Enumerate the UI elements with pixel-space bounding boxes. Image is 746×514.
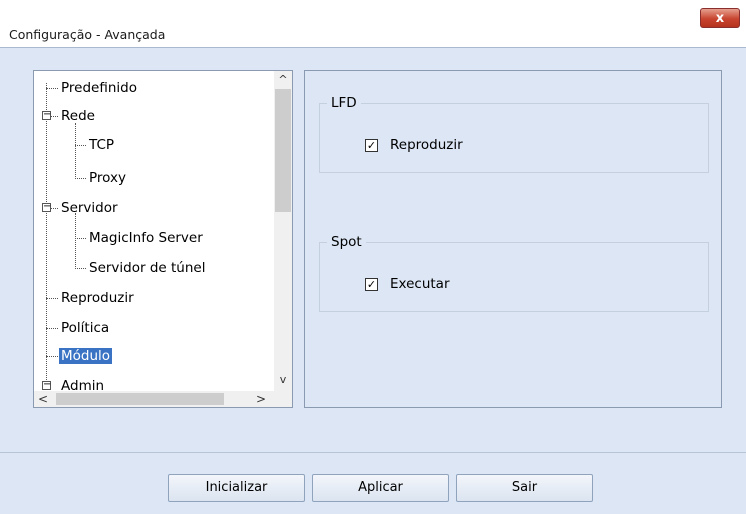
vertical-scroll-thumb[interactable] — [275, 89, 291, 212]
tree-item-servidor[interactable]: Servidor — [59, 197, 120, 219]
apply-button[interactable]: Aplicar — [312, 474, 449, 502]
tree-line — [46, 328, 58, 329]
tree-line — [75, 145, 86, 146]
tree-item-tcp[interactable]: TCP — [87, 134, 116, 156]
button-bar-separator — [0, 452, 746, 453]
scroll-down-arrow-icon[interactable]: v — [274, 371, 292, 389]
tree-item-politica[interactable]: Política — [59, 317, 111, 339]
collapse-icon[interactable]: − — [42, 110, 51, 120]
executar-checkbox-row[interactable]: ✓ Executar — [365, 276, 450, 292]
tree-item-rede[interactable]: Rede — [59, 105, 97, 127]
tree-item-predefinido[interactable]: Predefinido — [59, 77, 139, 99]
module-settings-panel: LFD ✓ Reproduzir Spot ✓ Executar — [304, 70, 722, 408]
tree-item-servidor-de-tunel[interactable]: Servidor de túnel — [87, 257, 207, 279]
tree-line — [75, 238, 86, 239]
tree-line — [51, 116, 58, 117]
tree-line — [75, 268, 86, 269]
reproduzir-checkbox[interactable]: ✓ — [365, 138, 378, 152]
close-button[interactable]: x — [700, 8, 740, 28]
tree-line — [75, 178, 86, 179]
initialize-button[interactable]: Inicializar — [168, 474, 305, 502]
exit-button[interactable]: Sair — [456, 474, 593, 502]
scrollbar-corner — [274, 391, 292, 407]
settings-tree[interactable]: Predefinido − Rede TCP Proxy − Servidor … — [33, 70, 293, 408]
tree-item-magicinfo-server[interactable]: MagicInfo Server — [87, 227, 205, 249]
executar-checkbox-label: Executar — [390, 276, 450, 292]
horizontal-scroll-thumb[interactable] — [56, 393, 224, 405]
tree-line — [51, 208, 58, 209]
tree-horizontal-scrollbar[interactable]: < > — [34, 391, 274, 407]
tree-vertical-scrollbar[interactable]: ^ v — [274, 71, 292, 391]
tree-item-reproduzir[interactable]: Reproduzir — [59, 287, 136, 309]
tree-line — [46, 88, 58, 89]
scroll-left-arrow-icon[interactable]: < — [34, 391, 52, 407]
window-title: Configuração - Avançada — [9, 27, 166, 42]
tree-line — [75, 123, 76, 179]
dialog-window: Configuração - Avançada x Predefinido − … — [0, 0, 746, 514]
collapse-icon[interactable]: − — [42, 202, 51, 212]
close-icon: x — [715, 11, 725, 26]
lfd-group-title: LFD — [327, 95, 361, 111]
reproduzir-checkbox-label: Reproduzir — [390, 137, 463, 153]
spot-group-title: Spot — [327, 234, 366, 250]
tree-item-modulo[interactable]: Módulo — [59, 345, 113, 367]
reproduzir-checkbox-row[interactable]: ✓ Reproduzir — [365, 137, 463, 153]
scroll-up-arrow-icon[interactable]: ^ — [274, 71, 292, 89]
expand-icon[interactable]: − — [42, 380, 51, 390]
tree-line — [75, 213, 76, 269]
title-bar[interactable]: Configuração - Avançada x — [0, 0, 746, 48]
tree-line — [46, 356, 58, 357]
tree-line — [46, 83, 47, 407]
tree-item-proxy[interactable]: Proxy — [87, 167, 128, 189]
tree-line — [46, 298, 58, 299]
executar-checkbox[interactable]: ✓ — [365, 277, 378, 291]
scroll-right-arrow-icon[interactable]: > — [252, 391, 270, 407]
